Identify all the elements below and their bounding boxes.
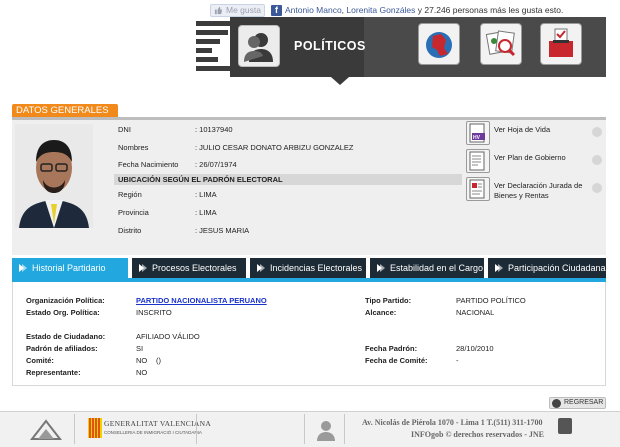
- chevron-right-icon: [495, 264, 503, 272]
- field-value: : JULIO CESAR DONATO ARBIZU GONZALEZ: [195, 143, 354, 152]
- footer-separator: [304, 414, 305, 444]
- estado-ciudadano-label: Estado de Ciudadano:: [26, 332, 106, 341]
- tab-estabilidad-cargo[interactable]: Estabilidad en el Cargo: [370, 258, 484, 278]
- tab-historial-partidario[interactable]: Historial Partidario: [12, 258, 128, 278]
- field-label: DNI: [118, 125, 131, 134]
- tab-procesos-electorales[interactable]: Procesos Electorales: [132, 258, 246, 278]
- comite-extra: (): [156, 356, 161, 365]
- org-politica-label: Organización Política:: [26, 296, 105, 305]
- chevron-right-icon: [592, 155, 602, 165]
- chevron-right-icon: [257, 264, 265, 272]
- footer-separator: [344, 414, 345, 444]
- facebook-like-bar: Me gusta f Antonio Manco, Lorenita Gonzá…: [210, 3, 563, 17]
- footer-separator: [74, 414, 75, 444]
- estado-org-value: INSCRITO: [136, 308, 172, 317]
- comite-value: NO: [136, 356, 148, 365]
- footer-address: Av. Nicolás de Piérola 1070 - Lima 1 T.(…: [362, 418, 543, 427]
- generalitat-logo: [88, 418, 102, 438]
- fecha-padron-label: Fecha Padrón:: [365, 344, 418, 353]
- politicians-icon: [238, 25, 280, 67]
- user-silhouette-icon: [316, 419, 336, 441]
- side-link-label-line2: Bienes y Rentas: [494, 191, 549, 200]
- field-label: Región: [118, 190, 142, 199]
- field-label: Provincia: [118, 208, 149, 217]
- section-title: POLÍTICOS: [294, 39, 366, 53]
- tab-label: Participación Ciudadana: [508, 263, 606, 273]
- fecha-padron-value: 28/10/2010: [456, 344, 494, 353]
- padron-afiliados-label: Padrón de afiliados:: [26, 344, 98, 353]
- friend-link-2[interactable]: Lorenita Gonzáles: [346, 5, 415, 15]
- padron-afiliados-value: SI: [136, 344, 144, 353]
- ver-plan-de-gobierno-link[interactable]: Ver Plan de Gobierno: [466, 149, 604, 173]
- field-label: Fecha Nacimiento: [118, 160, 179, 169]
- candidate-photo: [15, 124, 93, 228]
- alcance-value: NACIONAL: [456, 308, 495, 317]
- likes-count-text: y 27.246 personas más les gusta esto.: [417, 5, 564, 15]
- svg-text:HV: HV: [473, 135, 481, 141]
- representante-label: Representante:: [26, 368, 81, 377]
- estado-org-label: Estado Org. Política:: [26, 308, 100, 317]
- thumbs-up-icon: [214, 6, 223, 14]
- regresar-button[interactable]: REGRESAR: [549, 397, 606, 409]
- tipo-partido-label: Tipo Partido:: [365, 296, 412, 305]
- estado-ciudadano-value: AFILIADO VÁLIDO: [136, 332, 200, 341]
- jne-logo: [28, 417, 68, 441]
- field-value: : 26/07/1974: [195, 160, 237, 169]
- ubicacion-header: UBICACIÓN SEGÚN EL PADRÓN ELECTORAL: [114, 174, 462, 185]
- chevron-right-icon: [139, 264, 147, 272]
- regresar-label: REGRESAR: [564, 399, 604, 406]
- tab-participacion-ciudadana[interactable]: Participación Ciudadana: [488, 258, 606, 278]
- field-label: Distrito: [118, 226, 142, 235]
- ver-hoja-de-vida-link[interactable]: HV Ver Hoja de Vida: [466, 121, 604, 145]
- side-link-label: Ver Hoja de Vida: [494, 125, 551, 134]
- generalitat-subtitle: CONSELLERIA DE INMIGRACIÓ I CIUTADANIA: [104, 430, 202, 435]
- tab-incidencias-electorales[interactable]: Incidencias Electorales: [250, 258, 366, 278]
- alcance-label: Alcance:: [365, 308, 397, 317]
- comite-label: Comité:: [26, 356, 54, 365]
- fecha-comite-label: Fecha de Comité:: [365, 356, 428, 365]
- plan-gobierno-icon: [466, 149, 490, 173]
- tipo-partido-value: PARTIDO POLÍTICO: [456, 296, 526, 305]
- friends-separator: ,: [341, 5, 345, 15]
- hoja-de-vida-icon: HV: [466, 121, 490, 145]
- field-label: Nombres: [118, 143, 149, 152]
- field-value: : LIMA: [195, 208, 217, 217]
- side-link-label: Ver Plan de Gobierno: [494, 153, 566, 162]
- like-label: Me gusta: [226, 5, 261, 15]
- tab-label: Historial Partidario: [32, 263, 106, 273]
- field-value: : 10137940: [195, 125, 233, 134]
- tab-bar: Historial Partidario Procesos Electorale…: [12, 258, 606, 278]
- phone-icon: [558, 418, 572, 434]
- documents-search-icon[interactable]: [480, 23, 522, 65]
- ver-declaracion-jurada-link[interactable]: Ver Declaración Jurada de Bienes y Renta…: [466, 177, 604, 201]
- header-banner: POLÍTICOS: [194, 17, 606, 77]
- chevron-right-icon: [19, 264, 27, 272]
- org-politica-link[interactable]: PARTIDO NACIONALISTA PERUANO: [136, 296, 267, 305]
- facebook-like-button[interactable]: Me gusta: [210, 3, 265, 17]
- fecha-comite-value: -: [456, 356, 459, 365]
- tab-label: Estabilidad en el Cargo: [390, 263, 484, 273]
- field-value: : JESUS MARIA: [195, 226, 250, 235]
- generalitat-name: GENERALITAT VALENCIANA: [104, 419, 212, 428]
- datos-generales-title: DATOS GENERALES: [12, 104, 118, 118]
- historial-partidario-panel: Organización Política: PARTIDO NACIONALI…: [12, 282, 606, 386]
- peru-map-icon[interactable]: [418, 23, 460, 65]
- ballot-box-icon[interactable]: [540, 23, 582, 65]
- chevron-right-icon: [592, 127, 602, 137]
- side-link-label: Ver Declaración Jurada de: [494, 181, 583, 190]
- field-value: : LIMA: [195, 190, 217, 199]
- declaracion-jurada-icon: [466, 177, 490, 201]
- facebook-icon: f: [270, 4, 282, 16]
- representante-value: NO: [136, 368, 148, 377]
- tab-label: Procesos Electorales: [152, 263, 237, 273]
- footer-copyright: INFOgob © derechos reservados - JNE: [411, 430, 545, 439]
- tab-label: Incidencias Electorales: [270, 263, 363, 273]
- friend-link-1[interactable]: Antonio Manco: [285, 5, 342, 15]
- footer-separator: [196, 414, 197, 444]
- back-arrow-icon: [552, 399, 561, 408]
- chevron-right-icon: [377, 264, 385, 272]
- active-section-pointer: [331, 77, 349, 85]
- chevron-right-icon: [592, 183, 602, 193]
